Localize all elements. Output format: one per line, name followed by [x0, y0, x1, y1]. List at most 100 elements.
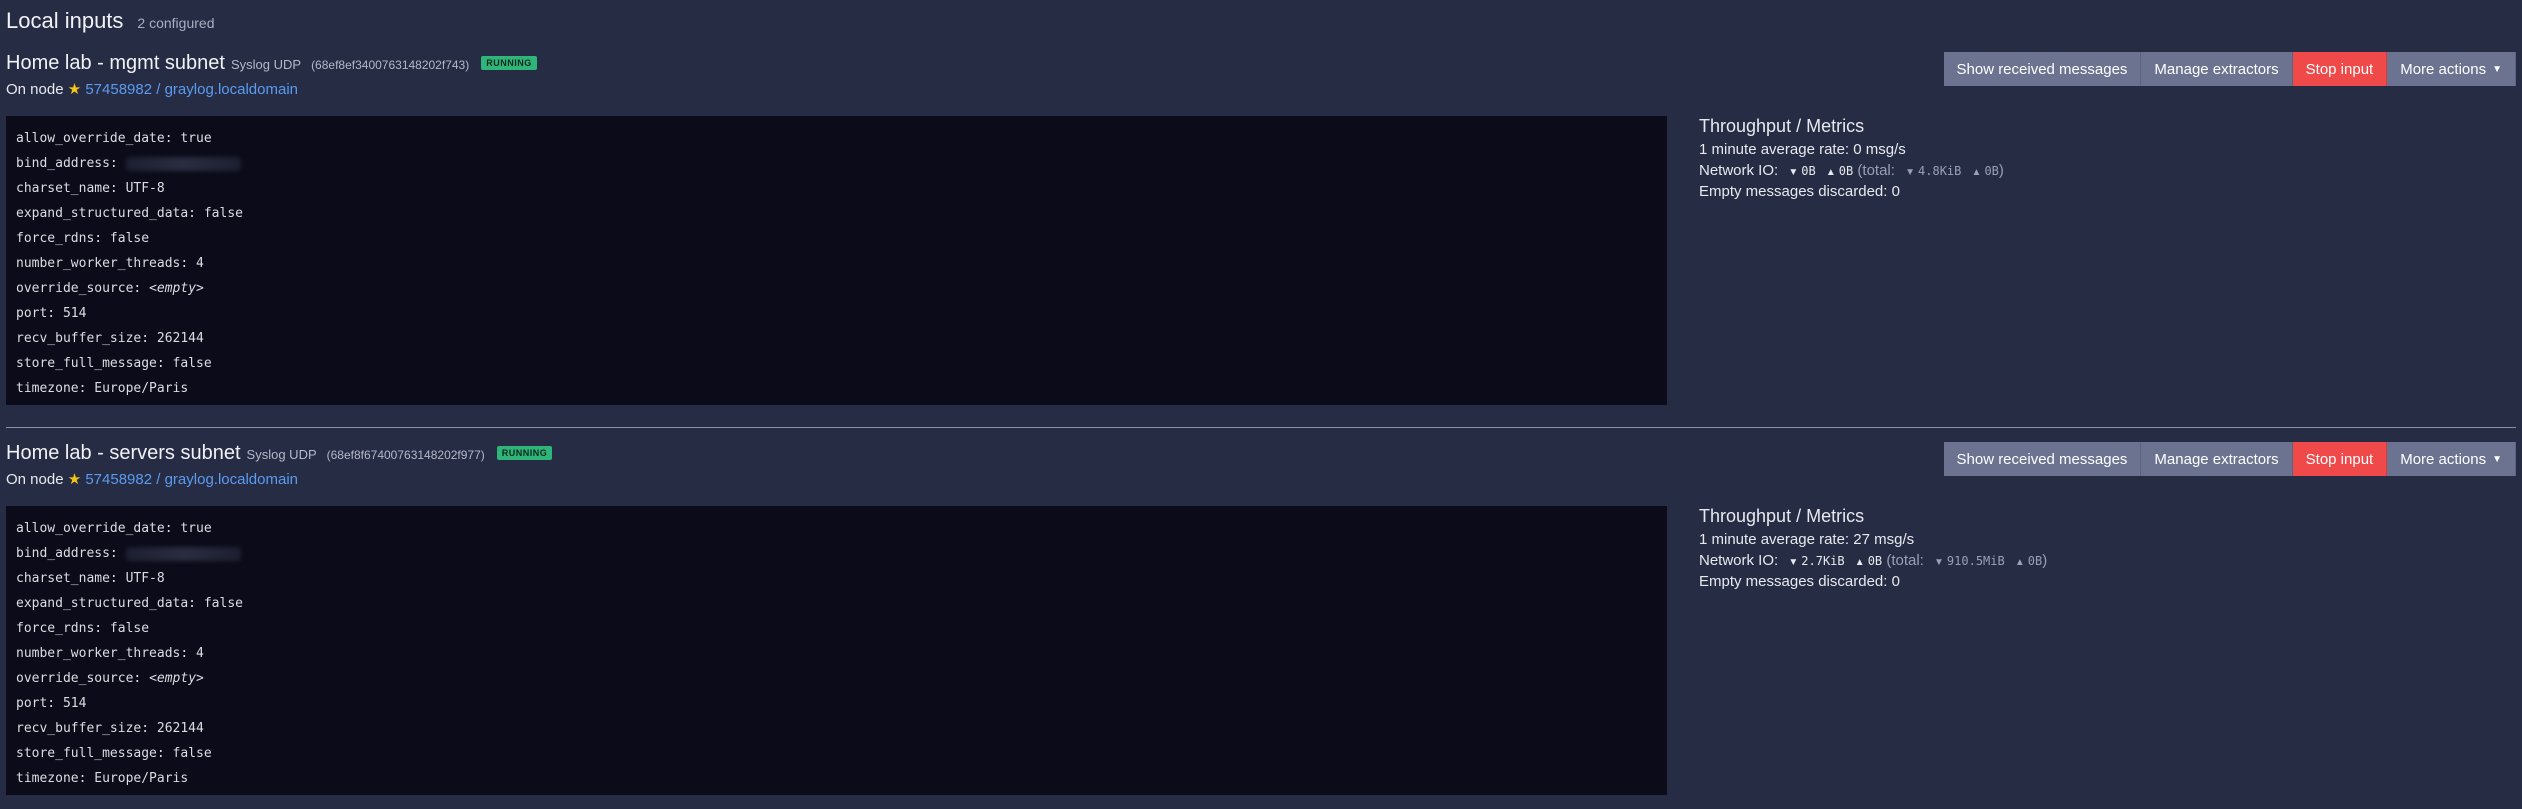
empty-discarded: Empty messages discarded: 0 — [1699, 183, 1900, 200]
average-rate: 1 minute average rate: 27 msg/s — [1699, 531, 1915, 548]
redacted-value — [125, 546, 241, 561]
input-type: Syslog UDP — [230, 57, 302, 72]
node-line: On node ★ 57458982 / graylog.localdomain — [6, 80, 298, 98]
node-link[interactable]: 57458982 / graylog.localdomain — [85, 81, 298, 98]
empty-discarded: Empty messages discarded: 0 — [1699, 573, 1900, 590]
caret-down-icon: ▼ — [2492, 453, 2502, 465]
network-in: 0B — [1801, 164, 1816, 178]
more-actions-label: More actions — [2400, 60, 2487, 78]
star-icon: ★ — [67, 471, 82, 488]
input-divider — [6, 427, 2516, 428]
empty-value: <empty> — [149, 671, 204, 686]
config-row: recv_buffer_size: 262144 — [16, 721, 204, 736]
input-configuration: allow_override_date: true bind_address: … — [6, 506, 1667, 795]
config-row: timezone: Europe/Paris — [16, 771, 189, 786]
total-close: ) — [2042, 552, 2048, 569]
config-key: bind_address: — [16, 546, 118, 561]
input-configuration: allow_override_date: true bind_address: … — [6, 116, 1667, 405]
redacted-value — [125, 156, 241, 171]
stop-input-button[interactable]: Stop input — [2292, 52, 2388, 86]
status-badge: RUNNING — [481, 56, 537, 70]
config-row: store_full_message: false — [16, 746, 212, 761]
manage-extractors-button[interactable]: Manage extractors — [2141, 442, 2293, 476]
config-row: force_rdns: false — [16, 621, 150, 636]
network-in: 2.7KiB — [1801, 554, 1845, 568]
total-in: 4.8KiB — [1918, 164, 1962, 178]
caret-down-icon: ▼ — [2492, 63, 2502, 75]
network-io: Network IO: ▼ 0B ▲ 0B (total: ▼ 4.8KiB ▲ 0B) — [1699, 160, 2004, 181]
total-close: ) — [1998, 162, 2004, 179]
total-out: 0B — [2027, 554, 2043, 568]
network-out: 0B — [1838, 164, 1854, 178]
config-row: port: 514 — [16, 306, 87, 321]
config-row: recv_buffer_size: 262144 — [16, 331, 204, 346]
config-key: override_source: — [16, 671, 142, 686]
network-io: Network IO: ▼ 2.7KiB ▲ 0B (total: ▼ 910.5Mi… — [1699, 550, 2047, 571]
config-row: port: 514 — [16, 696, 87, 711]
config-row: number_worker_threads: 4 — [16, 256, 204, 271]
arrow-down-icon: ▼ — [1905, 167, 1916, 178]
config-row: number_worker_threads: 4 — [16, 646, 204, 661]
stop-input-button[interactable]: Stop input — [2292, 442, 2388, 476]
config-row: allow_override_date: true — [16, 521, 212, 536]
show-received-messages-button[interactable]: Show received messages — [1943, 442, 2142, 476]
config-row: timezone: Europe/Paris — [16, 381, 189, 396]
node-link[interactable]: 57458982 / graylog.localdomain — [85, 471, 298, 488]
input-title: Home lab - servers subnet — [6, 442, 241, 464]
page-header: Local inputs 2 configured — [6, 8, 214, 34]
node-prefix: On node — [6, 471, 64, 488]
metrics-title: Throughput / Metrics — [1699, 506, 1865, 526]
more-actions-button[interactable]: More actions ▼ — [2387, 52, 2516, 86]
page-title: Local inputs — [6, 8, 124, 33]
node-line: On node ★ 57458982 / graylog.localdomain — [6, 470, 298, 488]
total-label: (total: — [1886, 552, 1924, 569]
inputs-count: 2 configured — [137, 15, 215, 31]
input-heading: Home lab - servers subnet Syslog UDP (68… — [6, 442, 553, 465]
input-actions: Show received messages Manage extractors… — [1943, 442, 2516, 476]
arrow-down-icon: ▼ — [1788, 557, 1799, 568]
network-io-label: Network IO: — [1699, 162, 1779, 179]
node-prefix: On node — [6, 81, 64, 98]
throughput-metrics: Throughput / Metrics 1 minute average ra… — [1699, 116, 2004, 202]
network-out: 0B — [1867, 554, 1883, 568]
config-key: override_source: — [16, 281, 142, 296]
config-row: bind_address: — [16, 151, 1657, 176]
more-actions-label: More actions — [2400, 450, 2487, 468]
more-actions-button[interactable]: More actions ▼ — [2387, 442, 2516, 476]
show-received-messages-button[interactable]: Show received messages — [1943, 52, 2142, 86]
arrow-up-icon: ▲ — [1971, 167, 1982, 178]
config-key: bind_address: — [16, 156, 118, 171]
input-type: Syslog UDP — [246, 447, 317, 462]
total-in: 910.5MiB — [1946, 554, 2005, 568]
network-io-label: Network IO: — [1699, 552, 1779, 569]
total-label: (total: — [1857, 162, 1895, 179]
input-title: Home lab - mgmt subnet — [6, 52, 225, 74]
arrow-down-icon: ▼ — [1934, 557, 1944, 568]
average-rate: 1 minute average rate: 0 msg/s — [1699, 141, 1906, 158]
total-out: 0B — [1984, 164, 1999, 178]
arrow-up-icon: ▲ — [1825, 167, 1836, 178]
empty-value: <empty> — [149, 281, 204, 296]
input-id: (68ef8f67400763148202f977) — [326, 448, 485, 462]
status-badge: RUNNING — [496, 446, 553, 460]
config-row: allow_override_date: true — [16, 131, 212, 146]
input-heading: Home lab - mgmt subnet Syslog UDP (68ef8… — [6, 52, 537, 75]
config-row: force_rdns: false — [16, 231, 150, 246]
manage-extractors-button[interactable]: Manage extractors — [2141, 52, 2293, 86]
config-row: expand_structured_data: false — [16, 596, 243, 611]
star-icon: ★ — [67, 81, 82, 98]
config-row: bind_address: — [16, 541, 1657, 566]
config-row: override_source: <empty> — [16, 276, 1657, 301]
arrow-up-icon: ▲ — [1854, 557, 1865, 568]
metrics-title: Throughput / Metrics — [1699, 116, 1865, 136]
config-row: override_source: <empty> — [16, 666, 1657, 691]
arrow-up-icon: ▲ — [2014, 557, 2025, 568]
input-id: (68ef8ef3400763148202f743) — [311, 58, 470, 72]
config-row: charset_name: UTF-8 — [16, 571, 165, 586]
input-actions: Show received messages Manage extractors… — [1943, 52, 2516, 86]
config-row: charset_name: UTF-8 — [16, 181, 165, 196]
throughput-metrics: Throughput / Metrics 1 minute average ra… — [1699, 506, 2047, 592]
config-row: store_full_message: false — [16, 356, 212, 371]
arrow-down-icon: ▼ — [1788, 167, 1799, 178]
config-row: expand_structured_data: false — [16, 206, 243, 221]
